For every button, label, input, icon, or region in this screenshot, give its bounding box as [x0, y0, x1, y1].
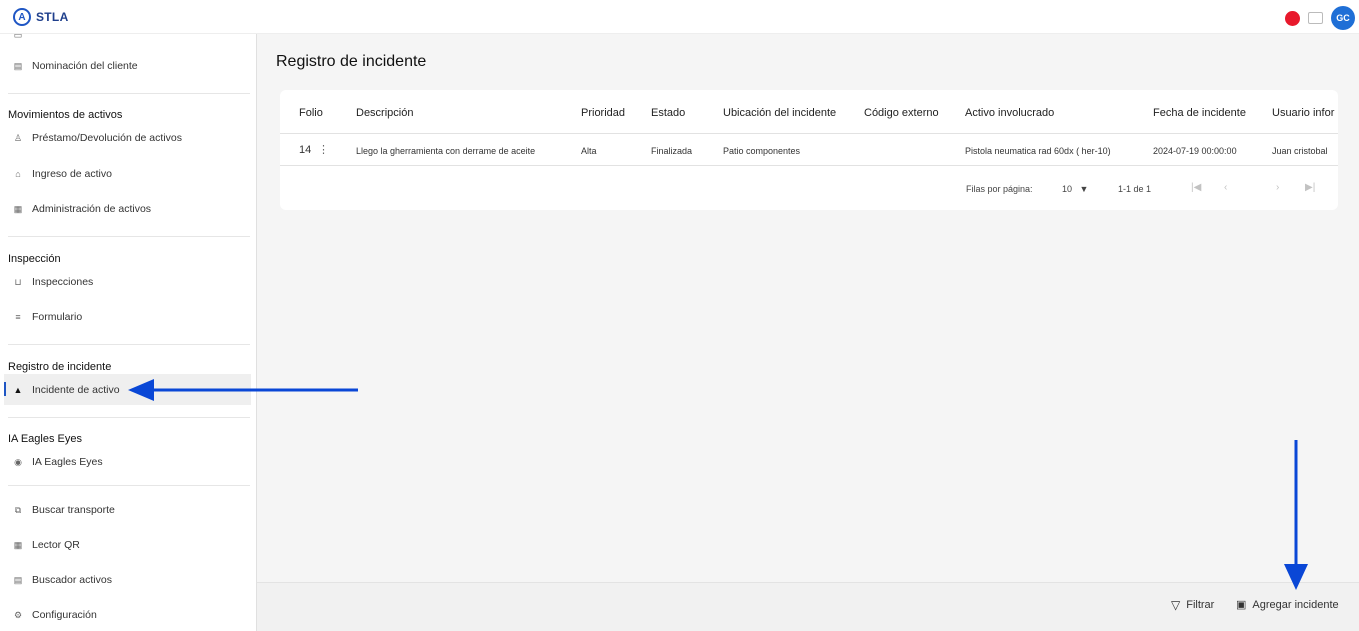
app-name: STLA	[36, 10, 69, 24]
rows-per-page-select[interactable]: 10 ▼	[1062, 184, 1088, 194]
sidebar-item-prestamo[interactable]: ♙ Préstamo/Devolución de activos	[13, 130, 182, 146]
column-header[interactable]: Usuario infor	[1272, 107, 1334, 119]
qr-icon: ▦	[13, 539, 23, 550]
column-header[interactable]: Activo involucrado	[965, 107, 1054, 119]
sidebar-item-ingreso[interactable]: ⌂ Ingreso de activo	[13, 166, 112, 182]
sidebar-item-label: Buscador activos	[32, 574, 112, 586]
filter-icon: ▽	[1171, 598, 1181, 612]
sidebar-item-label: Formulario	[32, 311, 83, 323]
sidebar-item-label: Préstamo/Devolución de activos	[32, 132, 182, 144]
sidebar-item-eagles-eyes[interactable]: ◉ IA Eagles Eyes	[13, 454, 103, 470]
sidebar-item-nominacion[interactable]: ▤ Nominación del cliente	[13, 58, 138, 74]
app-logo[interactable]: A STLA	[13, 8, 69, 26]
gear-icon: ⚙	[13, 609, 23, 620]
filter-button[interactable]: ▽ Filtrar	[1171, 598, 1214, 612]
cell-usuario: Juan cristobal	[1272, 146, 1328, 156]
sidebar-item-label: Configuración	[32, 609, 97, 621]
add-incident-button[interactable]: ▣ Agregar incidente	[1236, 598, 1339, 612]
sidebar-divider	[8, 344, 250, 345]
cell-estado: Finalizada	[651, 146, 693, 156]
sidebar-item-label: Lector QR	[32, 539, 80, 551]
sidebar-divider	[8, 236, 250, 237]
row-menu-icon[interactable]: ⋮	[318, 143, 329, 156]
pagination-range: 1-1 de 1	[1118, 184, 1152, 194]
sidebar-item-label: Ingreso de activo	[32, 168, 112, 180]
column-header[interactable]: Descripción	[356, 107, 413, 119]
clipboard-icon: ▤	[13, 60, 23, 71]
sidebar-divider	[8, 485, 250, 486]
bag-icon: ⌂	[15, 169, 21, 179]
briefcase-icon: ▣	[1236, 599, 1247, 611]
cell-ubicacion: Patio componentes	[723, 146, 801, 156]
annotation-arrow-down	[1284, 440, 1308, 590]
sidebar-section-title: Movimientos de activos	[8, 109, 123, 121]
header-actions: GC	[1285, 6, 1355, 30]
column-header[interactable]: Ubicación del incidente	[723, 107, 836, 119]
sidebar-section-title: IA Eagles Eyes	[8, 433, 82, 445]
main-content: Registro de incidente Folio Descripción …	[256, 34, 1359, 582]
prev-page-icon[interactable]: ‹	[1224, 182, 1227, 193]
page-title: Registro de incidente	[276, 53, 427, 70]
sidebar: ▭ ▤ Nominación del cliente Movimientos d…	[0, 30, 256, 631]
incident-table: Folio Descripción Prioridad Estado Ubica…	[280, 90, 1338, 210]
column-header[interactable]: Estado	[651, 107, 685, 119]
search-doc-icon: ▤	[13, 574, 23, 585]
sidebar-item-formulario[interactable]: ≡ Formulario	[13, 309, 82, 325]
warning-icon: ▲	[13, 385, 23, 395]
chat-icon[interactable]	[1308, 12, 1323, 24]
annotation-arrow-left	[128, 379, 358, 401]
sidebar-item-inspecciones[interactable]: ⊔ Inspecciones	[13, 274, 93, 290]
avatar[interactable]: GC	[1331, 6, 1355, 30]
row-divider	[280, 165, 1338, 166]
sidebar-item-label: Buscar transporte	[32, 504, 115, 516]
truck-search-icon: ⧉	[14, 504, 22, 515]
top-bar: A STLA GC	[0, 0, 1359, 34]
sidebar-item-label: Inspecciones	[32, 276, 94, 288]
rows-per-page-value: 10	[1062, 184, 1073, 194]
column-header[interactable]: Fecha de incidente	[1153, 107, 1246, 119]
cell-folio: 14	[299, 144, 312, 156]
filter-label: Filtrar	[1186, 599, 1215, 611]
first-page-icon[interactable]: |◀	[1191, 182, 1201, 193]
chevron-down-icon: ▼	[1079, 184, 1089, 194]
sidebar-section-title: Registro de incidente	[8, 361, 112, 373]
cell-activo: Pistola neumatica rad 60dx ( her-10)	[965, 146, 1111, 156]
column-header[interactable]: Folio	[299, 107, 323, 119]
record-indicator-icon[interactable]	[1285, 10, 1300, 26]
sidebar-divider	[8, 417, 250, 418]
add-incident-label: Agregar incidente	[1252, 598, 1339, 611]
sidebar-item-label: Incidente de activo	[32, 384, 120, 396]
cell-prioridad: Alta	[581, 146, 597, 156]
sidebar-item-label: Administración de activos	[32, 203, 152, 215]
column-header[interactable]: Código externo	[864, 107, 939, 119]
user-transfer-icon: ♙	[13, 132, 23, 143]
inbox-icon: ⊔	[14, 276, 22, 287]
sidebar-item-label: IA Eagles Eyes	[32, 456, 103, 468]
sidebar-item-hidden: ▭	[13, 27, 23, 43]
eye-icon: ◉	[14, 456, 22, 467]
active-indicator	[4, 382, 6, 396]
sidebar-item-label: Nominación del cliente	[32, 60, 138, 72]
document-icon: ▭	[13, 29, 23, 40]
sidebar-item-lector-qr[interactable]: ▦ Lector QR	[13, 537, 80, 553]
sidebar-divider	[8, 93, 250, 94]
column-header[interactable]: Prioridad	[581, 107, 625, 119]
sidebar-item-incidente[interactable]: ▲ Incidente de activo	[13, 382, 120, 398]
sidebar-item-administracion[interactable]: ▦ Administración de activos	[13, 201, 151, 217]
logo-icon: A	[13, 8, 31, 26]
next-page-icon[interactable]: ›	[1276, 182, 1279, 193]
sidebar-section-title: Inspección	[8, 253, 61, 265]
footer-actions: ▽ Filtrar ▣ Agregar incidente	[256, 582, 1359, 631]
building-icon: ▦	[13, 203, 23, 214]
last-page-icon[interactable]: ▶|	[1305, 182, 1315, 193]
rows-per-page-label: Filas por página:	[966, 184, 1033, 194]
sidebar-item-configuracion[interactable]: ⚙ Configuración	[13, 607, 97, 623]
cell-fecha: 2024-07-19 00:00:00	[1153, 146, 1237, 156]
header-divider	[280, 133, 1338, 134]
cell-descripcion: Llego la gherramienta con derrame de ace…	[356, 146, 536, 156]
sidebar-item-buscar-transporte[interactable]: ⧉ Buscar transporte	[13, 502, 115, 518]
list-icon: ≡	[15, 312, 21, 322]
sidebar-item-buscador-activos[interactable]: ▤ Buscador activos	[13, 572, 112, 588]
